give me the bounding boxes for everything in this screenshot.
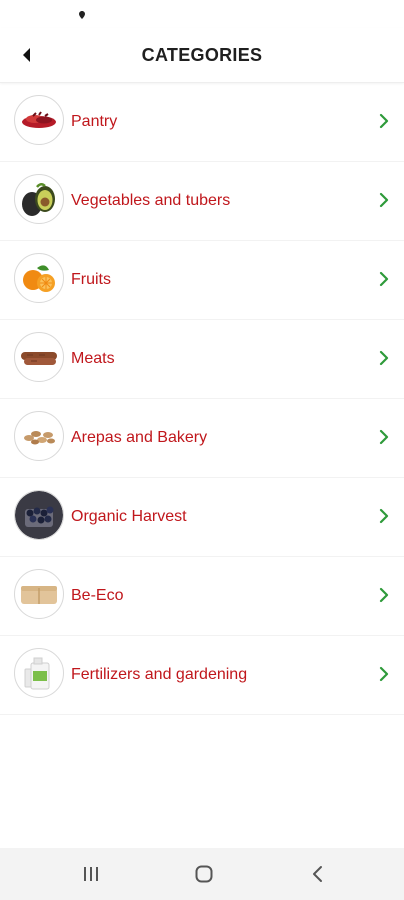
sausage-icon: [14, 332, 64, 382]
chevron-left-icon: [313, 866, 322, 882]
nuts-icon: [14, 411, 64, 461]
home-icon: [195, 865, 213, 883]
chevron-right-icon: [379, 429, 389, 445]
oranges-icon: [14, 253, 64, 303]
chevron-right-icon: [379, 666, 389, 682]
category-label: Fertilizers and gardening: [71, 666, 248, 683]
bottle-icon: [14, 648, 64, 698]
category-row-meats[interactable]: Meats: [0, 320, 404, 399]
back-button[interactable]: [14, 42, 40, 68]
back-arrow-icon: [23, 48, 30, 62]
home-button[interactable]: [191, 862, 217, 886]
app-header: CATEGORIES: [0, 28, 404, 83]
chevron-right-icon: [379, 192, 389, 208]
category-row-vegetables[interactable]: Vegetables and tubers: [0, 162, 404, 241]
category-row-organic[interactable]: Organic Harvest: [0, 478, 404, 557]
category-label: Vegetables and tubers: [71, 192, 231, 209]
back-nav-button[interactable]: [305, 862, 331, 886]
berries-icon: [14, 490, 64, 540]
location-icon: [79, 11, 85, 19]
category-row-fertilizers[interactable]: Fertilizers and gardening: [0, 636, 404, 715]
category-label: Be-Eco: [71, 587, 124, 604]
chevron-right-icon: [379, 508, 389, 524]
chevron-right-icon: [379, 587, 389, 603]
page-title: CATEGORIES: [141, 45, 263, 65]
category-row-pantry[interactable]: Pantry: [0, 83, 404, 162]
category-row-be-eco[interactable]: Be-Eco: [0, 557, 404, 636]
category-label: Fruits: [71, 271, 111, 288]
chevron-right-icon: [379, 350, 389, 366]
status-bar: [0, 0, 404, 28]
category-label: Meats: [71, 350, 115, 367]
category-label: Pantry: [71, 113, 118, 130]
category-row-arepas[interactable]: Arepas and Bakery: [0, 399, 404, 478]
chevron-right-icon: [379, 271, 389, 287]
chevron-right-icon: [379, 113, 389, 129]
avocado-icon: [14, 174, 64, 224]
category-label: Arepas and Bakery: [71, 429, 208, 446]
category-row-fruits[interactable]: Fruits: [0, 241, 404, 320]
category-list: Pantry Vegetables and tubers Fruits Meat…: [0, 83, 404, 715]
system-nav-bar: [0, 848, 404, 900]
recents-icon: [84, 867, 98, 881]
container-icon: [14, 569, 64, 619]
recents-button[interactable]: [78, 862, 104, 886]
category-label: Organic Harvest: [71, 508, 187, 525]
spices-icon: [14, 95, 64, 145]
